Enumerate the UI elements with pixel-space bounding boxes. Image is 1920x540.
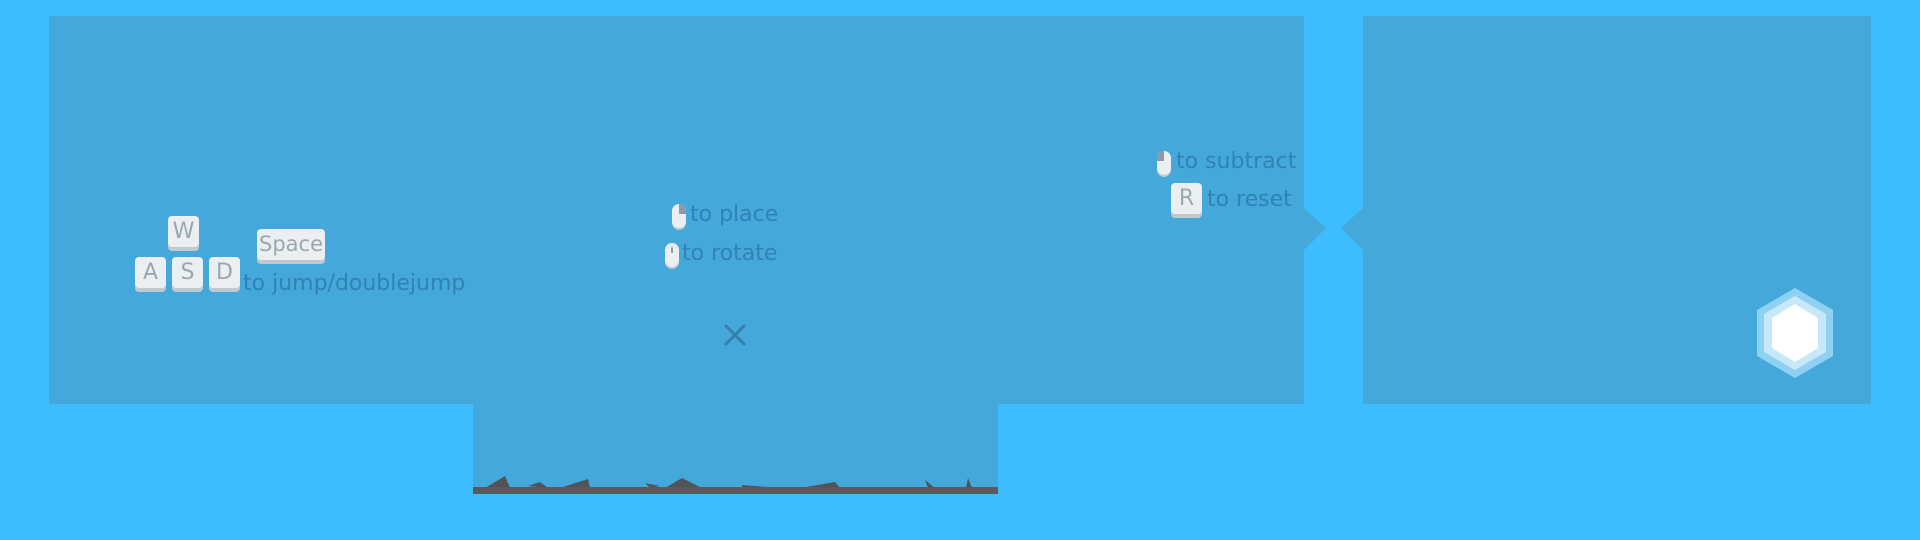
ground (473, 476, 998, 494)
rubble (485, 476, 510, 488)
jump-hint: to jump/doublejump (243, 271, 466, 296)
rubble (925, 480, 935, 488)
rubble (665, 478, 702, 488)
rubble (560, 479, 590, 488)
key-w: W (168, 216, 199, 247)
close-icon (724, 324, 746, 346)
hexagon-goal-icon[interactable] (1750, 284, 1840, 384)
key-space: Space (257, 229, 325, 260)
rotate-hint: to rotate (682, 241, 778, 266)
reset-hint: to reset (1207, 187, 1292, 212)
left-mouse-icon (672, 204, 686, 228)
right-mouse-icon (1157, 151, 1171, 175)
subtract-hint: to subtract (1176, 149, 1297, 174)
place-hint: to place (690, 202, 779, 227)
rubble (966, 478, 972, 488)
key-a: A (135, 257, 166, 288)
mouse-wheel-icon (665, 243, 679, 267)
key-d: D (209, 257, 240, 288)
key-r: R (1171, 183, 1202, 214)
key-s: S (172, 257, 203, 288)
